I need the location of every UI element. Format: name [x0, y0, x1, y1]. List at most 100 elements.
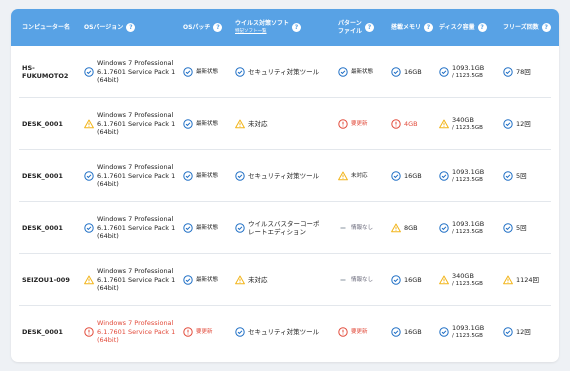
disk-total: / 1123.5GB: [452, 125, 483, 131]
alert-circle-icon: [183, 327, 193, 337]
disk-used: 340GB: [452, 271, 474, 280]
freeze-count: 1124回: [516, 275, 540, 284]
computer-name-text: SEIZOU1-009: [22, 275, 70, 284]
disk-used: 1093.1GB: [452, 63, 485, 72]
header-memory: 搭載メモリ ?: [391, 9, 434, 46]
os-version-text: Windows 7 Professional 6.1.7601 Service P…: [97, 267, 175, 293]
help-icon[interactable]: ?: [365, 23, 375, 32]
table-row: DESK_0001 Windows 7 Professional 6.1.7601 …: [11, 98, 559, 150]
check-circle-icon: [503, 327, 513, 337]
memory-cell: 16GB: [391, 306, 422, 358]
disk-used: 340GB: [452, 115, 474, 124]
disk-cell: 1093.1GB/ 1123.5GB: [439, 150, 484, 202]
check-circle-icon: [503, 223, 513, 233]
os-version-text: Windows 7 Professional 6.1.7601 Service P…: [97, 163, 175, 189]
dash-icon: [338, 275, 348, 285]
memory-cell: 16GB: [391, 150, 422, 202]
freeze-count-cell: 78回: [503, 46, 531, 98]
computer-name: DESK_0001: [22, 202, 78, 254]
antivirus-text: ウイルスバスターコーポ レートエディション: [248, 220, 320, 237]
os-version-line: 6.1.7601 Service Pack 1: [97, 327, 176, 336]
disk-cell: 340GB/ 1123.5GB: [439, 254, 483, 306]
table-row: DESK_0001 Windows 7 Professional 6.1.7601 …: [11, 202, 559, 254]
computer-name: DESK_0001: [22, 306, 78, 358]
antivirus-text: 未対応: [248, 120, 268, 129]
check-circle-icon: [391, 67, 401, 77]
header-os-version: OSバージョン ?: [84, 9, 136, 46]
freeze-count: 78回: [516, 67, 531, 76]
os-version-line: Windows 7 Professional: [97, 111, 174, 120]
os-patch-cell: 最新状態: [183, 46, 218, 98]
os-patch-status: 最新状態: [196, 172, 219, 179]
pattern-file-cell: 要更新: [338, 98, 368, 150]
os-patch-status: 最新状態: [196, 276, 219, 283]
computer-name: SEIZOU1-009: [22, 254, 78, 306]
memory-value: 4GB: [404, 119, 418, 128]
help-icon[interactable]: ?: [213, 23, 223, 32]
memory-value: 16GB: [404, 275, 422, 284]
os-version-line: (64bit): [97, 232, 119, 241]
warning-triangle-icon: [235, 119, 245, 129]
freeze-count-cell: 12回: [503, 306, 531, 358]
header-computer: コンピューター名: [22, 9, 70, 46]
warning-triangle-icon: [338, 171, 348, 181]
pattern-file-status: 情報なし: [351, 224, 374, 231]
help-icon[interactable]: ?: [126, 23, 136, 32]
os-version-line: 6.1.7601 Service Pack 1: [97, 171, 176, 180]
antivirus-cell: セキュリティ対策ツール: [235, 150, 319, 202]
table-row: DESK_0001 Windows 7 Professional 6.1.7601 …: [11, 306, 559, 358]
antivirus-line: 未対応: [248, 119, 268, 128]
os-version-line: 6.1.7601 Service Pack 1: [97, 67, 176, 76]
disk-used: 1093.1GB: [452, 323, 485, 332]
os-version-cell: Windows 7 Professional 6.1.7601 Service P…: [84, 254, 175, 306]
memory-cell: 4GB: [391, 98, 418, 150]
check-circle-icon: [84, 67, 94, 77]
check-circle-icon: [391, 275, 401, 285]
os-patch-cell: 最新状態: [183, 254, 218, 306]
disk-total: / 1123.5GB: [452, 229, 483, 235]
os-patch-status: 最新状態: [196, 224, 219, 231]
disk-total: / 1123.5GB: [452, 333, 483, 339]
pattern-file-cell: 最新状態: [338, 46, 373, 98]
pattern-file-status: 要更新: [351, 120, 368, 127]
computer-name-text: DESK_0001: [22, 223, 63, 232]
disk-usage: 1093.1GB/ 1123.5GB: [452, 324, 484, 341]
pattern-file-status: 要更新: [351, 328, 368, 335]
header-freeze-label: フリーズ回数: [503, 23, 539, 31]
freeze-count: 5回: [516, 223, 527, 232]
help-icon[interactable]: ?: [477, 23, 487, 32]
os-version-line: Windows 7 Professional: [97, 163, 174, 172]
header-os-patch: OSパッチ ?: [183, 9, 223, 46]
memory-value: 16GB: [404, 327, 422, 336]
help-icon[interactable]: ?: [541, 23, 551, 32]
os-version-line: (64bit): [97, 284, 119, 293]
header-freeze: フリーズ回数 ?: [503, 9, 551, 46]
pattern-file-status: 情報なし: [351, 276, 374, 283]
pattern-file-cell: 未対応: [338, 150, 368, 202]
computer-name: HS-FUKUMOTO2: [22, 46, 78, 98]
computer-name-text: DESK_0001: [22, 171, 63, 180]
check-circle-icon: [439, 327, 449, 337]
antivirus-line: セキュリティ対策ツール: [248, 67, 320, 76]
os-version-cell: Windows 7 Professional 6.1.7601 Service P…: [84, 46, 175, 98]
os-version-line: (64bit): [97, 76, 119, 85]
antivirus-list-link[interactable]: 特記ソフト一覧: [235, 28, 289, 35]
computer-name: DESK_0001: [22, 150, 78, 202]
check-circle-icon: [338, 67, 348, 77]
antivirus-cell: セキュリティ対策ツール: [235, 306, 319, 358]
os-patch-status: 最新状態: [196, 68, 219, 75]
alert-circle-icon: [338, 119, 348, 129]
computer-name-text: HS-FUKUMOTO2: [22, 63, 69, 81]
help-icon[interactable]: ?: [292, 23, 302, 32]
os-version-text: Windows 7 Professional 6.1.7601 Service P…: [97, 111, 175, 137]
antivirus-line: レートエディション: [248, 228, 307, 236]
pattern-file-cell: 情報なし: [338, 202, 373, 254]
check-circle-icon: [439, 67, 449, 77]
disk-cell: 1093.1GB/ 1123.5GB: [439, 306, 484, 358]
computer-name-text: DESK_0001: [22, 119, 63, 128]
warning-triangle-icon: [235, 275, 245, 285]
help-icon[interactable]: ?: [424, 23, 434, 32]
memory-value: 16GB: [404, 67, 422, 76]
header-disk: ディスク容量 ?: [439, 9, 487, 46]
header-os-patch-label: OSパッチ: [183, 23, 211, 31]
